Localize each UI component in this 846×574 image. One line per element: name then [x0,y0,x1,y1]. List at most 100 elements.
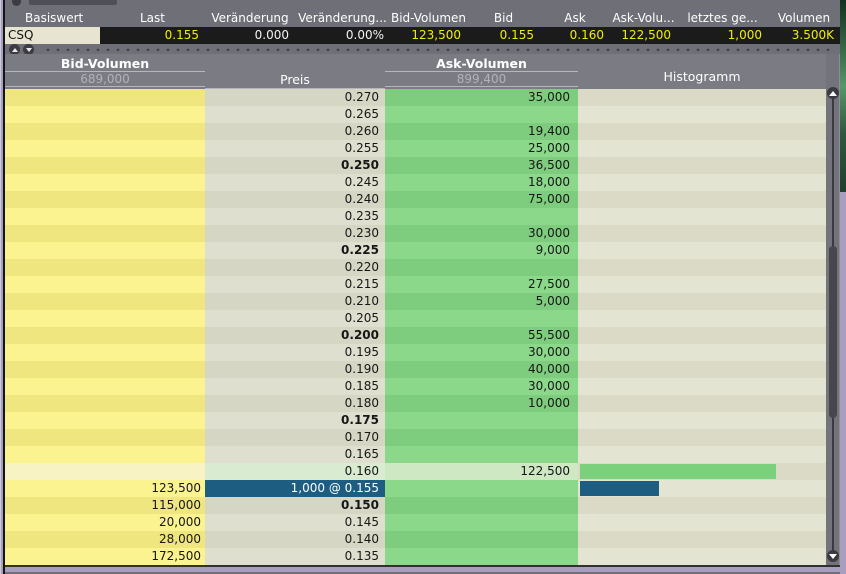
ask-volume-cell[interactable]: 30,000 [385,378,578,395]
quote-col-ask[interactable]: Ask [540,10,610,27]
depth-row[interactable]: 0.2105,000 [5,293,826,310]
price-cell[interactable]: 0.190 [205,361,385,378]
price-cell[interactable]: 0.265 [205,106,385,123]
bid-volume-cell[interactable] [5,242,205,259]
ask-volume-cell[interactable]: 27,500 [385,276,578,293]
price-cell[interactable]: 0.240 [205,191,385,208]
bid-volume-cell[interactable] [5,259,205,276]
depth-row[interactable]: 0.165 [5,446,826,463]
depth-row[interactable]: 0.160122,500 [5,463,826,480]
depth-row[interactable]: 172,5000.135 [5,548,826,565]
bid-volume-cell[interactable]: 20,000 [5,514,205,531]
ask-volume-cell[interactable]: 122,500 [385,463,578,480]
depth-row[interactable]: 20,0000.145 [5,514,826,531]
depth-row[interactable]: 0.265 [5,106,826,123]
bid-volume-cell[interactable]: 172,500 [5,548,205,565]
ask-volume-cell[interactable]: 9,000 [385,242,578,259]
ask-volume-cell[interactable] [385,259,578,276]
quote-col-change[interactable]: Veränderung [205,10,295,27]
price-cell[interactable]: 0.185 [205,378,385,395]
price-cell[interactable]: 0.225 [205,242,385,259]
histogram-cell[interactable] [578,548,826,565]
scroll-up-button[interactable] [827,87,839,99]
ask-volume-cell[interactable]: 35,000 [385,89,578,106]
bid-volume-cell[interactable] [5,446,205,463]
header-bid-volume[interactable]: Bid-Volumen 689,000 [5,54,205,89]
panel-splitter[interactable] [5,44,840,54]
depth-row[interactable]: 0.170 [5,429,826,446]
histogram-cell[interactable] [578,310,826,327]
bid-volume-cell[interactable] [5,327,205,344]
histogram-cell[interactable] [578,276,826,293]
bid-volume-cell[interactable] [5,412,205,429]
bid-volume-cell[interactable] [5,208,205,225]
depth-row[interactable]: 0.27035,000 [5,89,826,106]
depth-row[interactable]: 0.21527,500 [5,276,826,293]
quote-col-last-size[interactable]: letztes ge... [677,10,768,27]
price-cell[interactable]: 0.270 [205,89,385,106]
histogram-cell[interactable] [578,531,826,548]
quote-col-volume[interactable]: Volumen [768,10,840,27]
header-histogram[interactable]: Histogramm [578,54,826,89]
depth-row[interactable]: 0.24518,000 [5,174,826,191]
depth-row[interactable]: 0.18530,000 [5,378,826,395]
price-cell[interactable]: 0.220 [205,259,385,276]
price-cell[interactable]: 0.210 [205,293,385,310]
quote-col-bid-volume[interactable]: Bid-Volumen [390,10,467,27]
histogram-cell[interactable] [578,395,826,412]
ask-volume-cell[interactable]: 55,500 [385,327,578,344]
ask-volume-cell[interactable]: 36,500 [385,157,578,174]
histogram-cell[interactable] [578,514,826,531]
ask-volume-cell[interactable] [385,208,578,225]
ask-volume-cell[interactable]: 10,000 [385,395,578,412]
bid-volume-cell[interactable] [5,140,205,157]
quote-col-ask-volume[interactable]: Ask-Volu... [610,10,677,27]
price-cell[interactable]: 0.195 [205,344,385,361]
ask-volume-cell[interactable]: 25,000 [385,140,578,157]
ask-volume-cell[interactable] [385,429,578,446]
bid-volume-cell[interactable] [5,276,205,293]
bid-volume-cell[interactable] [5,293,205,310]
quote-col-change-pct[interactable]: Veränderung... [295,10,390,27]
ask-volume-cell[interactable] [385,446,578,463]
bid-volume-cell[interactable] [5,157,205,174]
histogram-cell[interactable] [578,140,826,157]
ask-volume-cell[interactable] [385,106,578,123]
last-trade-cell[interactable]: 1,000 @ 0.155 [205,480,385,497]
histogram-cell[interactable] [578,106,826,123]
quote-table-row[interactable]: CSQ 0.155 0.000 0.00% 123,500 0.155 0.16… [5,27,840,44]
histogram-cell[interactable] [578,242,826,259]
price-cell[interactable]: 0.215 [205,276,385,293]
ask-volume-cell[interactable]: 40,000 [385,361,578,378]
bid-volume-cell[interactable] [5,106,205,123]
bid-volume-cell[interactable] [5,310,205,327]
depth-row[interactable]: 0.23030,000 [5,225,826,242]
bid-volume-cell[interactable]: 115,000 [5,497,205,514]
ask-volume-cell[interactable] [385,412,578,429]
histogram-cell[interactable] [578,157,826,174]
quote-symbol-cell[interactable]: CSQ [5,27,100,44]
ask-volume-cell[interactable] [385,514,578,531]
price-cell[interactable]: 0.170 [205,429,385,446]
scroll-down-button[interactable] [827,550,839,562]
histogram-cell[interactable] [578,123,826,140]
ask-volume-cell[interactable]: 30,000 [385,225,578,242]
bid-volume-cell[interactable] [5,174,205,191]
ask-volume-cell[interactable] [385,531,578,548]
bid-volume-cell[interactable] [5,463,205,480]
depth-row[interactable]: 0.2259,000 [5,242,826,259]
scrollbar[interactable] [826,54,840,565]
bid-volume-cell[interactable] [5,429,205,446]
depth-row[interactable]: 0.205 [5,310,826,327]
price-cell[interactable]: 0.200 [205,327,385,344]
histogram-cell[interactable] [578,412,826,429]
histogram-cell[interactable] [578,293,826,310]
depth-row[interactable]: 0.25525,000 [5,140,826,157]
ask-volume-cell[interactable] [385,310,578,327]
depth-row[interactable]: 0.25036,500 [5,157,826,174]
ask-volume-cell[interactable]: 18,000 [385,174,578,191]
bid-volume-cell[interactable] [5,361,205,378]
depth-row[interactable]: 123,5001,000 @ 0.155 [5,480,826,497]
depth-row[interactable]: 0.220 [5,259,826,276]
bid-volume-cell[interactable] [5,191,205,208]
